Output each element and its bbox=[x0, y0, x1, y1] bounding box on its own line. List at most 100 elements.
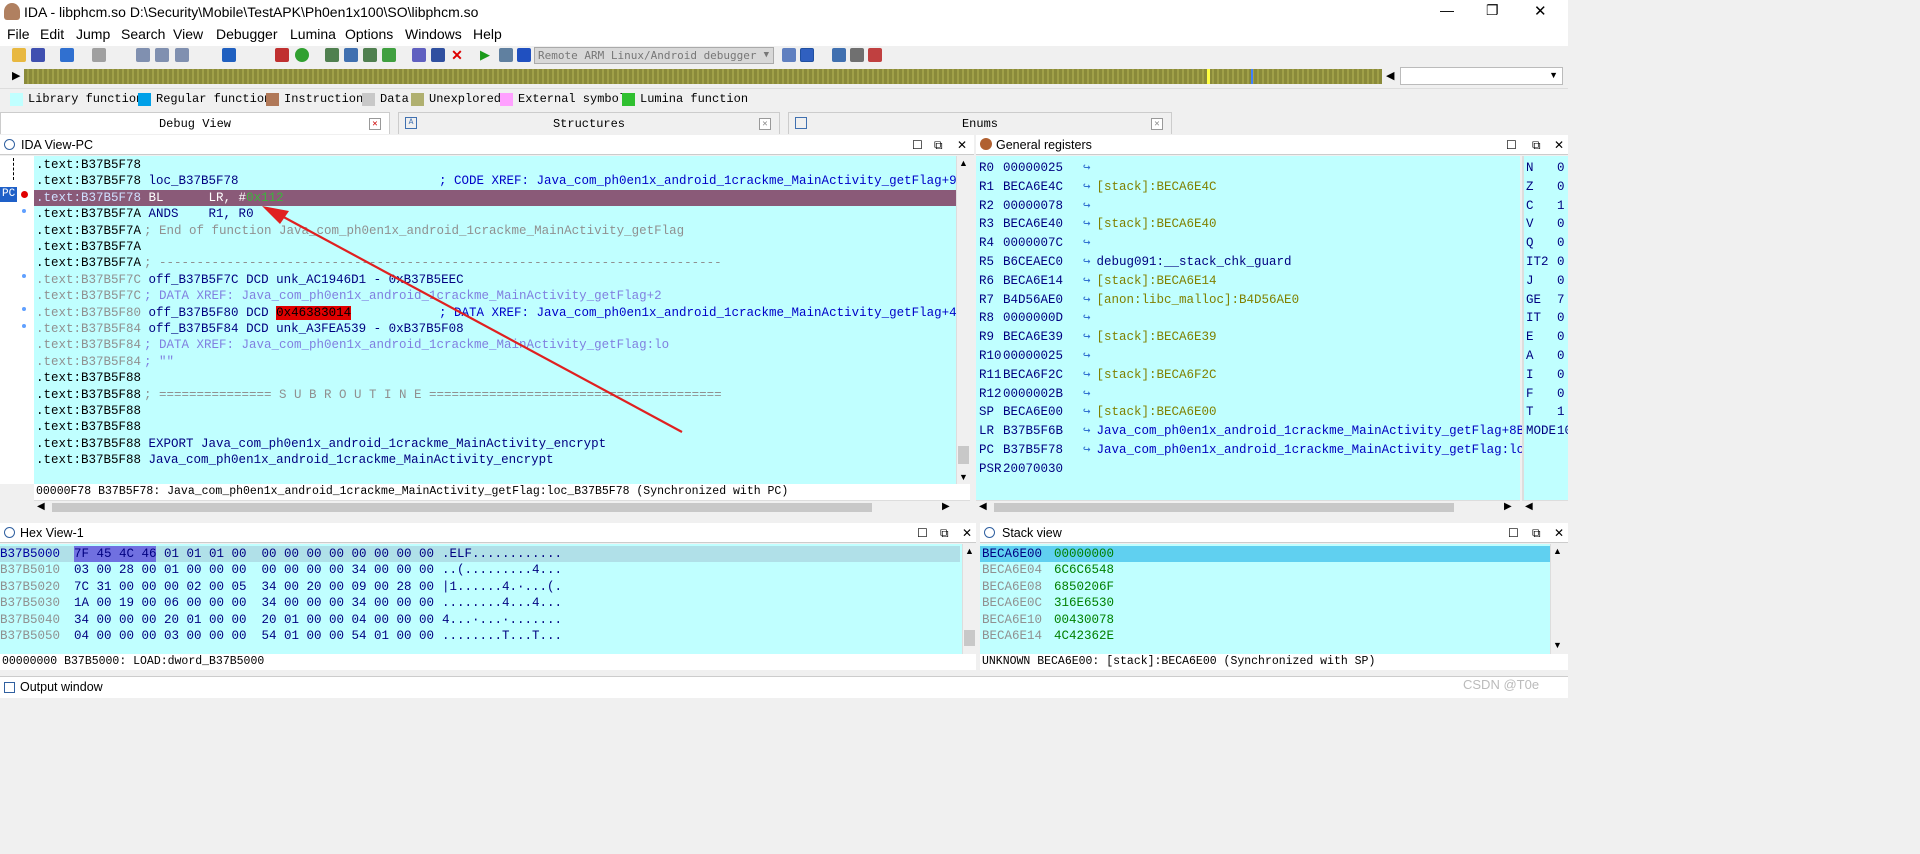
tab-enums[interactable]: Enums ✕ bbox=[788, 112, 1172, 134]
hex-row[interactable]: B37B5040 34 00 00 00 20 01 00 00 20 01 00… bbox=[0, 612, 960, 628]
hex-bytes[interactable]: 34 00 00 00 20 01 00 00 20 01 00 00 04 0… bbox=[74, 612, 442, 628]
image-icon[interactable] bbox=[431, 48, 445, 62]
disasm-line[interactable]: .text:B37B5F7A ; -----------------------… bbox=[34, 255, 956, 271]
register-value[interactable]: B6CEAEC0 bbox=[1003, 253, 1083, 272]
breakpoints-icon[interactable] bbox=[832, 48, 846, 62]
delete-icon[interactable]: ✕ bbox=[450, 48, 464, 62]
flag-row[interactable]: E0 bbox=[1526, 328, 1568, 347]
maximize-button[interactable]: ❐ bbox=[1486, 2, 1499, 19]
float-icon[interactable]: ⧉ bbox=[940, 523, 949, 543]
register-row[interactable]: R8 0000000D ↪ bbox=[979, 309, 1097, 328]
jump-arrow-icon[interactable]: ↪ bbox=[1083, 236, 1091, 250]
hex-row[interactable]: B37B5010 03 00 28 00 01 00 00 00 00 00 00… bbox=[0, 562, 960, 578]
jump-arrow-icon[interactable]: ↪ bbox=[1083, 330, 1091, 344]
chevron-right-icon[interactable]: ▶ bbox=[942, 501, 950, 512]
open-icon[interactable] bbox=[12, 48, 26, 62]
register-row[interactable]: R1 BECA6E4C ↪ [stack]:BECA6E4C bbox=[979, 178, 1217, 197]
text-icon[interactable] bbox=[275, 48, 289, 62]
breakpoint-dot-icon[interactable] bbox=[21, 191, 28, 198]
close-button[interactable]: ✕ bbox=[1534, 2, 1547, 20]
register-reference[interactable]: [stack]:BECA6E00 bbox=[1097, 405, 1217, 419]
save-icon[interactable] bbox=[31, 48, 45, 62]
close-icon[interactable]: ✕ bbox=[759, 118, 771, 130]
stack-list[interactable]: BECA6E00 00000000 BECA6E04 6C6C6548 BECA6E08… bbox=[980, 544, 1550, 654]
nav-dropdown[interactable]: ▼ bbox=[1400, 67, 1563, 85]
flag-row[interactable]: GE 7 bbox=[1526, 291, 1568, 310]
close-icon[interactable]: ✕ bbox=[962, 523, 972, 543]
disasm-line[interactable]: .text:B37B5F88 EXPORT Java_com_ph0en1x_a… bbox=[34, 436, 956, 452]
scroll-thumb[interactable] bbox=[994, 503, 1454, 512]
register-value[interactable]: 0000007C bbox=[1003, 234, 1083, 253]
hex-bytes[interactable]: 03 00 28 00 01 00 00 00 00 00 00 00 34 0… bbox=[74, 562, 442, 578]
flag-row[interactable]: A0 bbox=[1526, 347, 1568, 366]
register-value[interactable]: B37B5F6B bbox=[1003, 422, 1083, 441]
register-value[interactable]: BECA6F2C bbox=[1003, 366, 1083, 385]
disasm-line[interactable]: .text:B37B5F78 BL LR, #0x112 bbox=[34, 189, 956, 207]
stack-view-vscroll[interactable]: ▲ ▼ bbox=[1550, 544, 1564, 654]
register-row[interactable]: SP BECA6E00 ↪ [stack]:BECA6E00 bbox=[979, 403, 1217, 422]
nav-right-arrow-icon[interactable]: ◀ bbox=[1386, 69, 1394, 82]
register-row[interactable]: R0 00000025 ↪ bbox=[979, 159, 1097, 178]
pause-icon[interactable] bbox=[499, 48, 513, 62]
flag-row[interactable]: J0 bbox=[1526, 272, 1568, 291]
hex-row[interactable]: B37B5000 7F 45 4C 46 01 01 01 00 00 00 00… bbox=[0, 546, 960, 563]
close-icon[interactable]: ✕ bbox=[1151, 118, 1163, 130]
register-reference[interactable]: Java_com_ph0en1x_android_1crackme_MainAc… bbox=[1097, 424, 1525, 438]
disasm-line[interactable]: .text:B37B5F88 bbox=[34, 419, 956, 435]
stack-row[interactable]: BECA6E08 6850206F bbox=[980, 579, 1550, 595]
register-value[interactable]: B37B5F78 bbox=[1003, 441, 1083, 460]
disasm-line[interactable]: .text:B37B5F7A ANDS R1, R0 bbox=[34, 206, 956, 222]
disasm-line[interactable]: .text:B37B5F88 bbox=[34, 370, 956, 386]
register-value[interactable]: 00000025 bbox=[1003, 347, 1083, 366]
register-row[interactable]: PSR20070030 bbox=[979, 460, 1083, 479]
close-icon[interactable]: ✕ bbox=[369, 118, 381, 130]
disasm-line[interactable]: .text:B37B5F88 bbox=[34, 403, 956, 419]
disasm-line[interactable]: .text:B37B5F84 ; DATA XREF: Java_com_ph0… bbox=[34, 337, 956, 353]
hex-bytes[interactable]: 7F 45 4C 46 01 01 01 00 00 00 00 00 00 0… bbox=[74, 546, 442, 563]
flag-row[interactable]: C1 bbox=[1526, 197, 1568, 216]
menu-help[interactable]: Help bbox=[473, 26, 502, 42]
register-row[interactable]: PC B37B5F78 ↪ Java_com_ph0en1x_android_1cra… bbox=[979, 441, 1539, 460]
float-icon[interactable]: ⧉ bbox=[1532, 523, 1541, 543]
debugger-select[interactable]: Remote ARM Linux/Android debugger ▼ bbox=[534, 47, 774, 64]
xref-icon[interactable] bbox=[382, 48, 396, 62]
register-value[interactable]: BECA6E00 bbox=[1003, 403, 1083, 422]
restore-icon[interactable]: ☐ bbox=[912, 135, 923, 155]
jump-arrow-icon[interactable]: ↪ bbox=[1083, 161, 1091, 175]
jump-arrow-icon[interactable]: ↪ bbox=[1083, 199, 1091, 213]
flag-row[interactable]: T1 bbox=[1526, 403, 1568, 422]
flag-row[interactable]: IT2 0 bbox=[1526, 253, 1568, 272]
scroll-thumb[interactable] bbox=[958, 446, 969, 464]
register-row[interactable]: R120000002B ↪ bbox=[979, 385, 1097, 404]
restore-icon[interactable]: ☐ bbox=[1508, 523, 1519, 543]
register-value[interactable]: BECA6E40 bbox=[1003, 215, 1083, 234]
register-value[interactable]: 00000025 bbox=[1003, 159, 1083, 178]
struct-icon[interactable] bbox=[344, 48, 358, 62]
register-value[interactable]: 00000078 bbox=[1003, 197, 1083, 216]
jump-arrow-icon[interactable]: ↪ bbox=[1083, 405, 1091, 419]
hex-row[interactable]: B37B5030 1A 00 19 00 06 00 00 00 34 00 00… bbox=[0, 595, 960, 611]
register-row[interactable]: R5 B6CEAEC0 ↪ debug091:__stack_chk_guard bbox=[979, 253, 1292, 272]
stack-row[interactable]: BECA6E04 6C6C6548 bbox=[980, 562, 1550, 578]
register-reference[interactable]: [stack]:BECA6E14 bbox=[1097, 274, 1217, 288]
segment-icon[interactable] bbox=[363, 48, 377, 62]
menu-debugger[interactable]: Debugger bbox=[216, 26, 278, 42]
patch-icon[interactable] bbox=[412, 48, 426, 62]
hex-view-vscroll[interactable]: ▲ bbox=[962, 544, 976, 654]
register-reference[interactable]: [stack]:BECA6E4C bbox=[1097, 180, 1217, 194]
chevron-up-icon[interactable]: ▲ bbox=[965, 546, 974, 556]
flag-row[interactable]: MODE10 bbox=[1526, 422, 1568, 441]
flag-row[interactable]: F0 bbox=[1526, 385, 1568, 404]
stack-value[interactable]: 00430078 bbox=[1054, 613, 1114, 627]
chevron-right-icon[interactable]: ▶ bbox=[1504, 501, 1512, 512]
attach-icon[interactable] bbox=[782, 48, 796, 62]
register-row[interactable]: R7 B4D56AE0 ↪ [anon:libc_malloc]:B4D56AE0 bbox=[979, 291, 1299, 310]
tab-debug-view[interactable]: Debug View ✕ bbox=[0, 112, 390, 134]
flags-hscroll[interactable]: ◀ bbox=[1522, 500, 1568, 514]
step-icon[interactable] bbox=[800, 48, 814, 62]
disasm-line[interactable]: .text:B37B5F80 off_B37B5F80 DCD 0x463830… bbox=[34, 305, 956, 321]
jump-arrow-icon[interactable]: ↪ bbox=[1083, 368, 1091, 382]
close-icon[interactable]: ✕ bbox=[957, 135, 967, 155]
disasm-line[interactable]: .text:B37B5F78 bbox=[34, 157, 956, 173]
stack-row[interactable]: BECA6E0C 316E6530 bbox=[980, 595, 1550, 611]
